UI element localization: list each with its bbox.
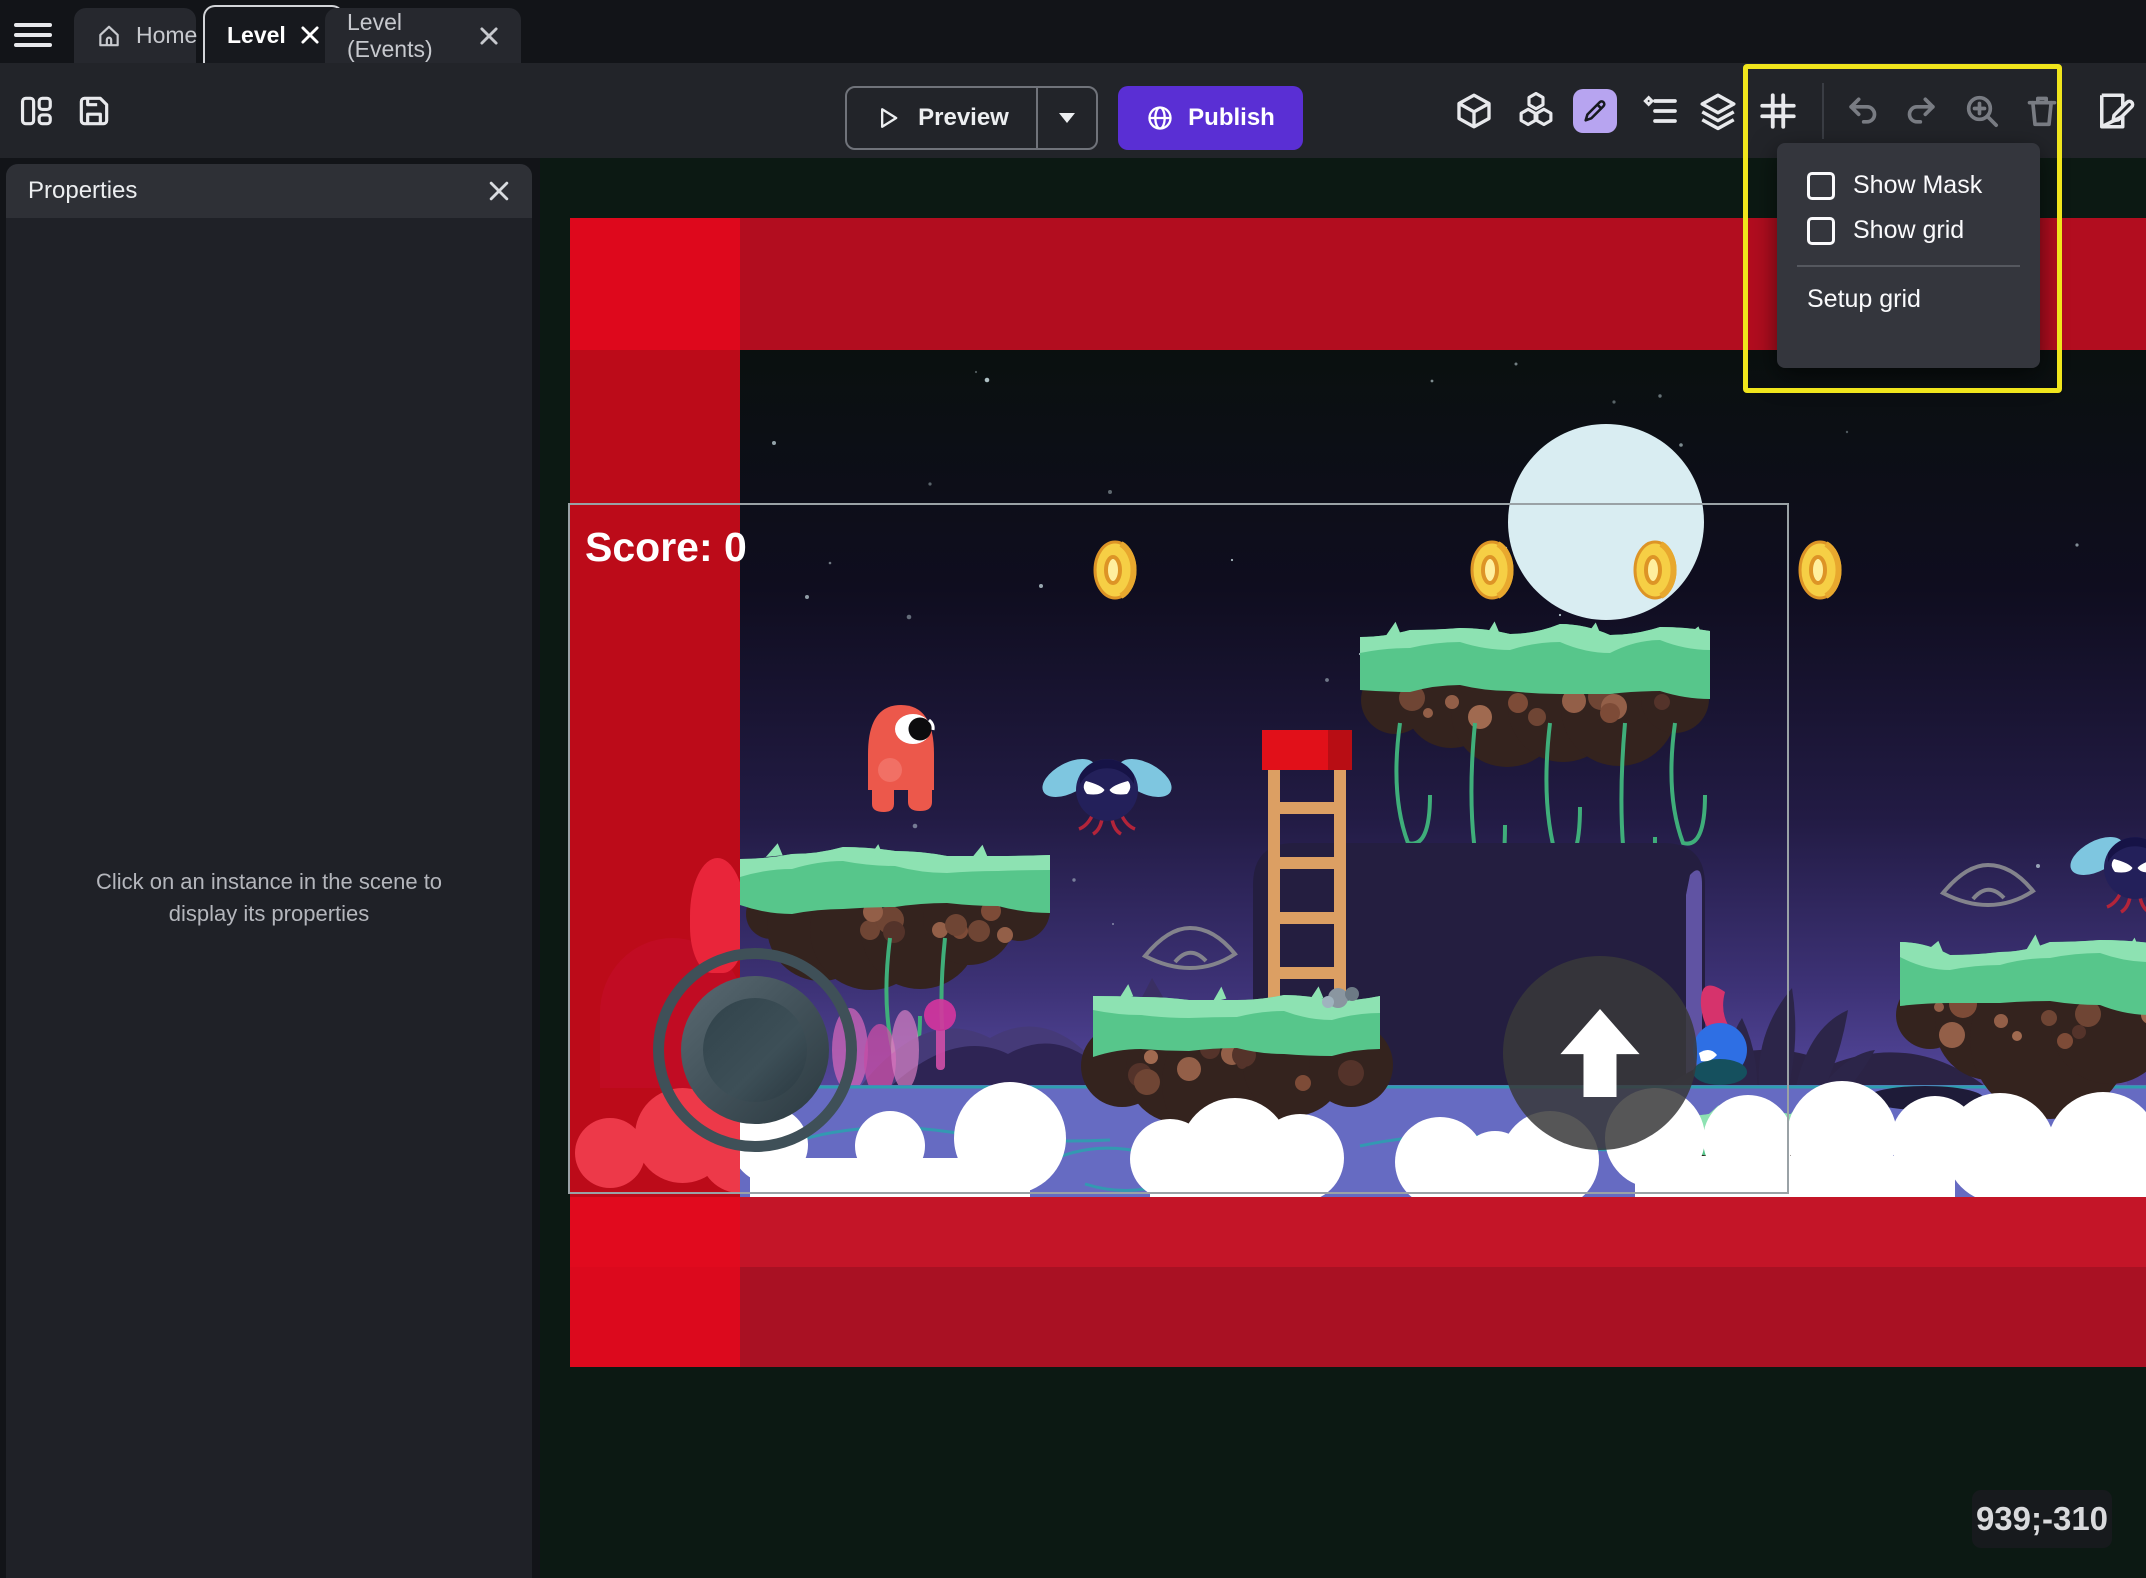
menu-divider bbox=[1797, 265, 2020, 267]
undo-icon[interactable] bbox=[1840, 89, 1884, 133]
preview-label: Preview bbox=[918, 104, 1009, 132]
redo-icon[interactable] bbox=[1900, 89, 1944, 133]
toolbar-separator bbox=[1822, 83, 1824, 139]
tab-bar: Home Level Level (Events) bbox=[0, 0, 2146, 63]
close-tab-icon[interactable] bbox=[479, 26, 499, 46]
coin-object[interactable] bbox=[1800, 542, 1840, 598]
edit-scene-properties-icon[interactable] bbox=[2092, 89, 2136, 133]
tab-label: Level bbox=[227, 22, 286, 49]
main-menu-hamburger-icon[interactable] bbox=[14, 17, 52, 47]
joystick-knob bbox=[681, 976, 829, 1124]
instances-list-icon[interactable] bbox=[1638, 89, 1682, 133]
home-icon bbox=[96, 23, 122, 49]
tab-home[interactable]: Home bbox=[74, 8, 196, 63]
tab-level-events[interactable]: Level (Events) bbox=[325, 8, 521, 63]
menu-item-setup-grid[interactable]: Setup grid bbox=[1777, 277, 2040, 322]
menu-item-show-mask[interactable]: Show Mask bbox=[1777, 163, 2040, 208]
properties-panel-header: Properties bbox=[6, 164, 532, 218]
layers-icon[interactable] bbox=[1696, 89, 1740, 133]
publish-label: Publish bbox=[1188, 104, 1275, 132]
zoom-in-icon[interactable] bbox=[1960, 89, 2004, 133]
properties-empty-message: Click on an instance in the scene to dis… bbox=[96, 866, 442, 930]
up-arrow-icon bbox=[1545, 998, 1655, 1108]
properties-panel: Properties Click on an instance in the s… bbox=[6, 164, 532, 1578]
play-icon bbox=[874, 104, 902, 132]
sidebar: Properties Click on an instance in the s… bbox=[0, 158, 540, 1578]
objects-stack-icon[interactable] bbox=[1514, 89, 1558, 133]
score-text-object[interactable]: Score: 0 bbox=[585, 524, 747, 571]
properties-panel-body: Click on an instance in the scene to dis… bbox=[6, 218, 532, 1578]
level-border-bottom-lower[interactable] bbox=[570, 1267, 2146, 1367]
chevron-down-icon bbox=[1057, 111, 1077, 125]
joystick-control-object[interactable] bbox=[653, 948, 857, 1152]
3d-box-icon[interactable] bbox=[1452, 89, 1496, 133]
grid-icon[interactable] bbox=[1756, 89, 1800, 133]
delete-icon[interactable] bbox=[2020, 89, 2064, 133]
jump-button-object[interactable] bbox=[1503, 956, 1697, 1150]
show-grid-checkbox[interactable] bbox=[1807, 217, 1835, 245]
tab-label: Home bbox=[136, 22, 197, 49]
close-tab-icon[interactable] bbox=[300, 25, 320, 45]
grid-options-menu: Show Mask Show grid Setup grid bbox=[1777, 143, 2040, 368]
cursor-coordinates-badge: 939;-310 bbox=[1972, 1490, 2112, 1548]
gdevelop-editor-window: Home Level Level (Events) Preview bbox=[0, 0, 2146, 1578]
close-properties-icon[interactable] bbox=[488, 180, 510, 202]
properties-panel-title: Properties bbox=[28, 177, 488, 205]
level-border-bottom[interactable] bbox=[570, 1197, 2146, 1267]
toggle-panels-icon[interactable] bbox=[14, 89, 58, 133]
scene-editor-canvas[interactable]: Score: 0 939;-310 bbox=[540, 158, 2146, 1578]
show-mask-checkbox[interactable] bbox=[1807, 172, 1835, 200]
save-icon[interactable] bbox=[72, 89, 116, 133]
preview-button[interactable]: Preview bbox=[845, 86, 1098, 150]
tab-level[interactable]: Level bbox=[203, 5, 344, 63]
globe-icon bbox=[1146, 104, 1174, 132]
tab-label: Level (Events) bbox=[347, 9, 465, 63]
menu-item-show-grid[interactable]: Show grid bbox=[1777, 208, 2040, 253]
publish-button[interactable]: Publish bbox=[1118, 86, 1303, 150]
preview-options-button[interactable] bbox=[1036, 88, 1096, 148]
draw-pencil-icon[interactable] bbox=[1573, 89, 1617, 133]
